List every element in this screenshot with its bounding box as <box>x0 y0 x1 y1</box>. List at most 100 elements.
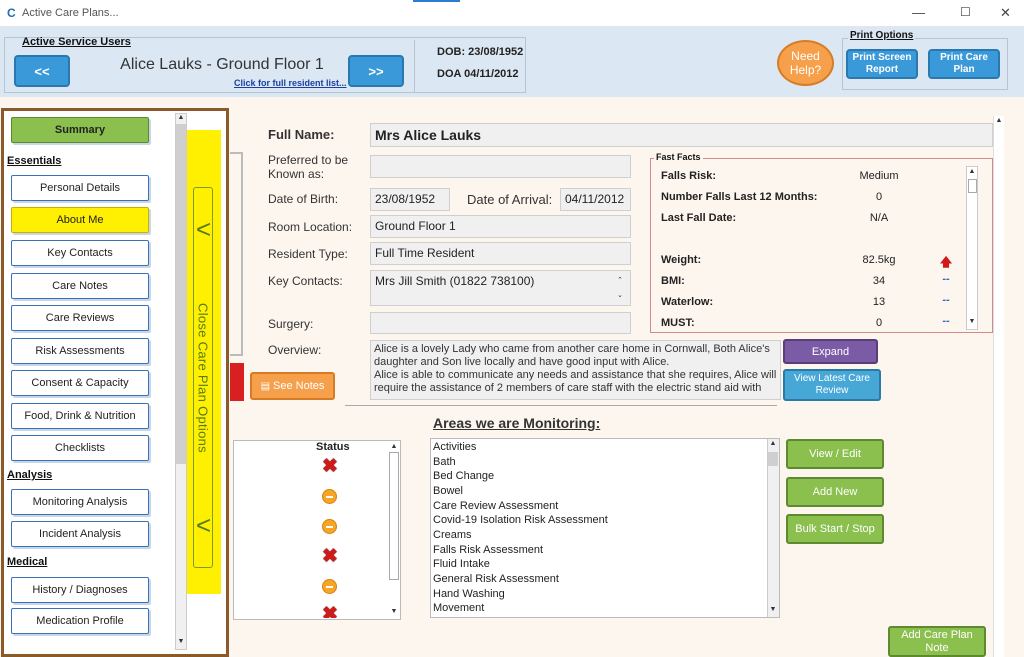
list-item[interactable]: Movement <box>433 602 484 614</box>
previous-resident-button[interactable]: << <box>14 55 70 87</box>
service-users-label: Active Service Users <box>22 36 131 48</box>
see-notes-label: See Notes <box>273 380 325 392</box>
sidebar-item-incident-analysis[interactable]: Incident Analysis <box>11 521 149 547</box>
list-item[interactable]: Care Review Assessment <box>433 500 558 512</box>
fast-facts-scroll-up-icon[interactable]: ▲ <box>967 168 977 175</box>
fast-facts-scroll-down-icon[interactable]: ▼ <box>967 318 977 325</box>
waterlow-trend-indicator: -- <box>942 294 950 306</box>
add-care-plan-note-button[interactable]: Add Care Plan Note <box>888 626 986 657</box>
sidebar-item-monitoring-analysis[interactable]: Monitoring Analysis <box>11 489 149 515</box>
status-scroll-thumb[interactable] <box>389 452 399 580</box>
key-contacts-label: Key Contacts: <box>268 274 343 288</box>
key-contacts-field[interactable]: Mrs Jill Smith (01822 738100) <box>370 270 631 306</box>
print-options-label: Print Options <box>848 30 916 41</box>
list-item[interactable]: Creams <box>433 529 472 541</box>
surgery-label: Surgery: <box>268 317 314 331</box>
fast-facts-scroll-thumb[interactable] <box>968 179 977 193</box>
status-paused-icon <box>321 579 339 597</box>
header-divider <box>414 40 415 92</box>
areas-scroll-thumb[interactable] <box>768 452 778 466</box>
full-name-field[interactable]: Mrs Alice Lauks <box>370 123 993 147</box>
header-dob: DOB: 23/08/1952 <box>437 46 524 58</box>
list-item[interactable]: Falls Risk Assessment <box>433 544 543 556</box>
sidebar-item-care-notes[interactable]: Care Notes <box>11 273 149 299</box>
status-scroll-down-icon[interactable]: ▼ <box>389 608 399 615</box>
next-resident-button[interactable]: >> <box>348 55 404 87</box>
add-new-button[interactable]: Add New <box>786 477 884 507</box>
status-cross-icon: ✖ <box>322 606 338 618</box>
room-location-label: Room Location: <box>268 220 353 234</box>
minimize-button[interactable]: — <box>912 5 925 20</box>
title-accent-line <box>413 0 460 2</box>
print-care-plan-button[interactable]: Print Care Plan <box>928 49 1000 79</box>
sidebar-item-risk-assessments[interactable]: Risk Assessments <box>11 338 149 364</box>
status-scroll-up-icon[interactable]: ▲ <box>389 443 399 450</box>
sidebar-item-care-reviews[interactable]: Care Reviews <box>11 305 149 331</box>
dob-field[interactable]: 23/08/1952 <box>370 188 450 211</box>
sidebar-item-food-drink-nutrition[interactable]: Food, Drink & Nutrition <box>11 403 149 429</box>
view-edit-button[interactable]: View / Edit <box>786 439 884 469</box>
sidebar-item-checklists[interactable]: Checklists <box>11 435 149 461</box>
falls-count-value: 0 <box>875 191 883 203</box>
bulk-start-stop-button[interactable]: Bulk Start / Stop <box>786 514 884 544</box>
sidebar-scroll-thumb[interactable] <box>176 124 186 464</box>
resident-type-field[interactable]: Full Time Resident <box>370 242 631 265</box>
sidebar-item-summary[interactable]: Summary <box>11 117 149 143</box>
resident-name: Alice Lauks - Ground Floor 1 <box>120 56 324 73</box>
alert-marker <box>230 363 244 401</box>
areas-monitoring-list[interactable]: Activities Bath Bed Change Bowel Care Re… <box>430 438 780 618</box>
list-item[interactable]: Fluid Intake <box>433 558 490 570</box>
areas-scroll-down-icon[interactable]: ▼ <box>768 606 778 613</box>
preferred-name-field[interactable] <box>370 155 631 178</box>
list-item[interactable]: General Risk Assessment <box>433 573 559 585</box>
maximize-button[interactable]: ☐ <box>960 5 971 19</box>
list-item[interactable]: Hand Washing <box>433 588 505 600</box>
room-location-field[interactable]: Ground Floor 1 <box>370 215 631 238</box>
sidebar-item-personal-details[interactable]: Personal Details <box>11 175 149 201</box>
list-item[interactable]: Activities <box>433 441 476 453</box>
app-icon: C <box>7 6 16 20</box>
bmi-value: 34 <box>872 275 886 287</box>
status-paused-icon <box>321 519 339 537</box>
sidebar-section-medical: Medical <box>7 556 48 568</box>
title-bar <box>0 0 1024 27</box>
close-button[interactable]: ✕ <box>1000 5 1011 21</box>
status-list <box>233 440 401 620</box>
print-screen-report-button[interactable]: Print Screen Report <box>846 49 918 79</box>
falls-risk-value: Medium <box>859 170 899 182</box>
list-item[interactable]: Bed Change <box>433 470 494 482</box>
sidebar-scroll-up-icon[interactable]: ▲ <box>176 114 186 121</box>
main-scroll-up-icon[interactable]: ▲ <box>994 117 1004 124</box>
contacts-scroll-up-icon[interactable]: ⌃ <box>615 276 625 284</box>
sidebar-item-consent-capacity[interactable]: Consent & Capacity <box>11 370 149 396</box>
list-item[interactable]: Bowel <box>433 485 463 497</box>
full-name-label: Full Name: <box>268 127 335 142</box>
contacts-scroll-down-icon[interactable]: ⌄ <box>615 291 625 299</box>
see-notes-button[interactable]: ▤ See Notes <box>250 372 335 400</box>
main-scrollbar[interactable] <box>993 116 1004 657</box>
sidebar-item-medication-profile[interactable]: Medication Profile <box>11 608 149 634</box>
fast-facts-title: Fast Facts <box>654 152 703 162</box>
waterlow-label: Waterlow: <box>661 296 714 308</box>
sidebar-scroll-down-icon[interactable]: ▼ <box>176 638 186 645</box>
status-cross-icon: ✖ <box>322 456 338 477</box>
view-latest-care-review-button[interactable]: View Latest Care Review <box>783 369 881 401</box>
areas-monitoring-title: Areas we are Monitoring: <box>433 415 601 431</box>
sidebar-item-about-me[interactable]: About Me <box>11 207 149 233</box>
chevron-left-icon: < <box>196 510 212 540</box>
need-help-button[interactable]: Need Help? <box>777 40 834 86</box>
section-divider <box>345 405 777 406</box>
expand-overview-button[interactable]: Expand <box>783 339 878 364</box>
must-label: MUST: <box>661 317 695 329</box>
must-trend-indicator: -- <box>942 315 950 327</box>
sidebar-item-key-contacts[interactable]: Key Contacts <box>11 240 149 266</box>
sidebar-item-history-diagnoses[interactable]: History / Diagnoses <box>11 577 149 603</box>
overview-field[interactable]: Alice is a lovely Lady who came from ano… <box>370 340 781 400</box>
surgery-field[interactable] <box>370 312 631 334</box>
list-item[interactable]: Bath <box>433 456 456 468</box>
doa-field[interactable]: 04/11/2012 <box>560 188 631 211</box>
list-item[interactable]: Covid-19 Isolation Risk Assessment <box>433 514 608 526</box>
full-resident-list-link[interactable]: Click for full resident list... <box>234 78 347 88</box>
weight-label: Weight: <box>661 254 702 266</box>
areas-scroll-up-icon[interactable]: ▲ <box>768 440 778 447</box>
